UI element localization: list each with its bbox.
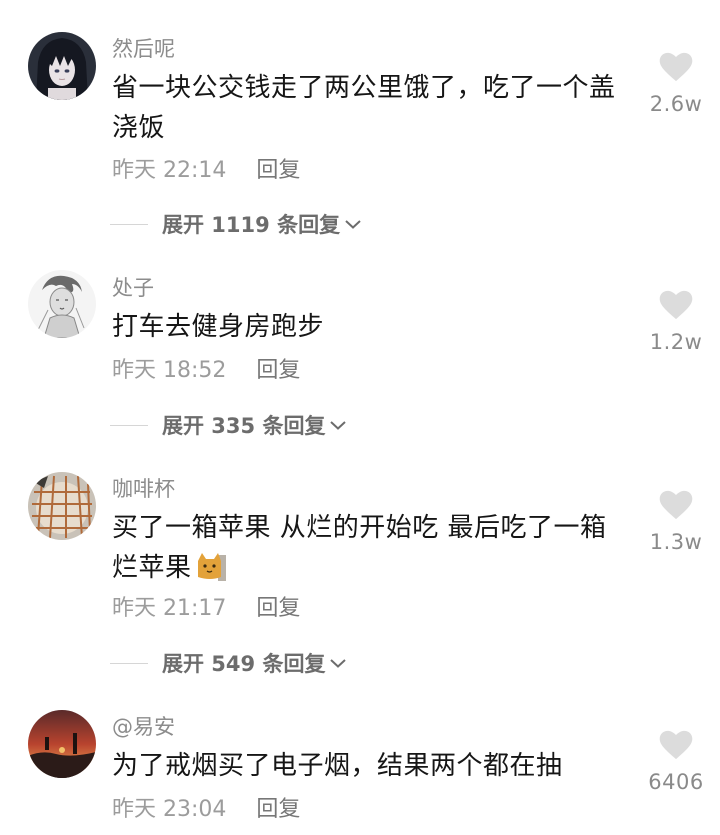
fruit-net-avatar-icon [28,472,96,540]
avatar[interactable] [28,472,96,540]
comment-text: 省一块公交钱走了两公里饿了，吃了一个盖浇饭 [112,73,616,143]
sunset-avatar-icon [28,710,96,778]
heart-icon [659,290,693,320]
reply-button[interactable]: 回复 [256,596,300,621]
anime-girl-avatar-icon [28,32,96,100]
cat-face-emoji-icon [197,553,226,581]
comment-text: 买了一箱苹果 从烂的开始吃 最后吃了一箱烂苹果 [112,508,617,588]
expand-replies-label: 展开 1119 条回复 [162,213,341,237]
sketch-portrait-avatar-icon [28,270,96,338]
like-button[interactable]: 1.2w [640,290,712,354]
heart-icon [659,490,693,520]
comment-meta: 昨天 18:52 回复 [112,358,300,384]
reply-button[interactable]: 回复 [256,358,300,383]
username[interactable]: 然后呢 [112,36,175,62]
comment-time: 昨天 21:17 [112,596,227,621]
divider-line [110,223,148,225]
divider-line [110,424,148,426]
avatar[interactable] [28,32,96,100]
comment-time: 昨天 22:14 [112,158,227,183]
comment-time: 昨天 23:04 [112,797,227,822]
chevron-down-icon [345,220,361,229]
username[interactable]: 咖啡杯 [112,476,175,502]
comment-text: 打车去健身房跑步 [112,312,325,342]
comment-text: 为了戒烟买了电子烟，结果两个都在抽 [112,751,563,781]
comment-meta: 昨天 22:14 回复 [112,158,300,184]
expand-replies-button[interactable]: 展开 335 条回复 [110,411,347,439]
comment-meta: 昨天 21:17 回复 [112,596,300,622]
expand-replies-button[interactable]: 展开 549 条回复 [110,649,347,677]
comment-time: 昨天 18:52 [112,358,227,383]
like-count: 2.6w [649,92,703,116]
like-button[interactable]: 6406 [640,730,712,794]
expand-replies-button[interactable]: 展开 1119 条回复 [110,210,362,238]
avatar[interactable] [28,710,96,778]
chevron-down-icon [330,421,347,430]
like-count: 1.3w [649,530,703,554]
like-button[interactable]: 2.6w [640,52,712,116]
like-count: 1.2w [649,330,703,354]
heart-icon [659,52,693,82]
divider-line [110,662,148,664]
like-count: 6406 [648,770,704,794]
heart-icon [659,730,693,760]
expand-replies-label: 展开 549 条回复 [162,652,326,676]
like-button[interactable]: 1.3w [640,490,712,554]
expand-replies-label: 展开 335 条回复 [162,414,326,438]
avatar[interactable] [28,270,96,338]
reply-button[interactable]: 回复 [256,158,300,183]
chevron-down-icon [330,659,347,668]
comment-text-content: 买了一箱苹果 从烂的开始吃 最后吃了一箱烂苹果 [112,513,607,583]
reply-button[interactable]: 回复 [256,797,300,822]
username[interactable]: @易安 [112,714,175,740]
comment-meta: 昨天 23:04 回复 [112,797,300,823]
username[interactable]: 处子 [112,275,154,301]
